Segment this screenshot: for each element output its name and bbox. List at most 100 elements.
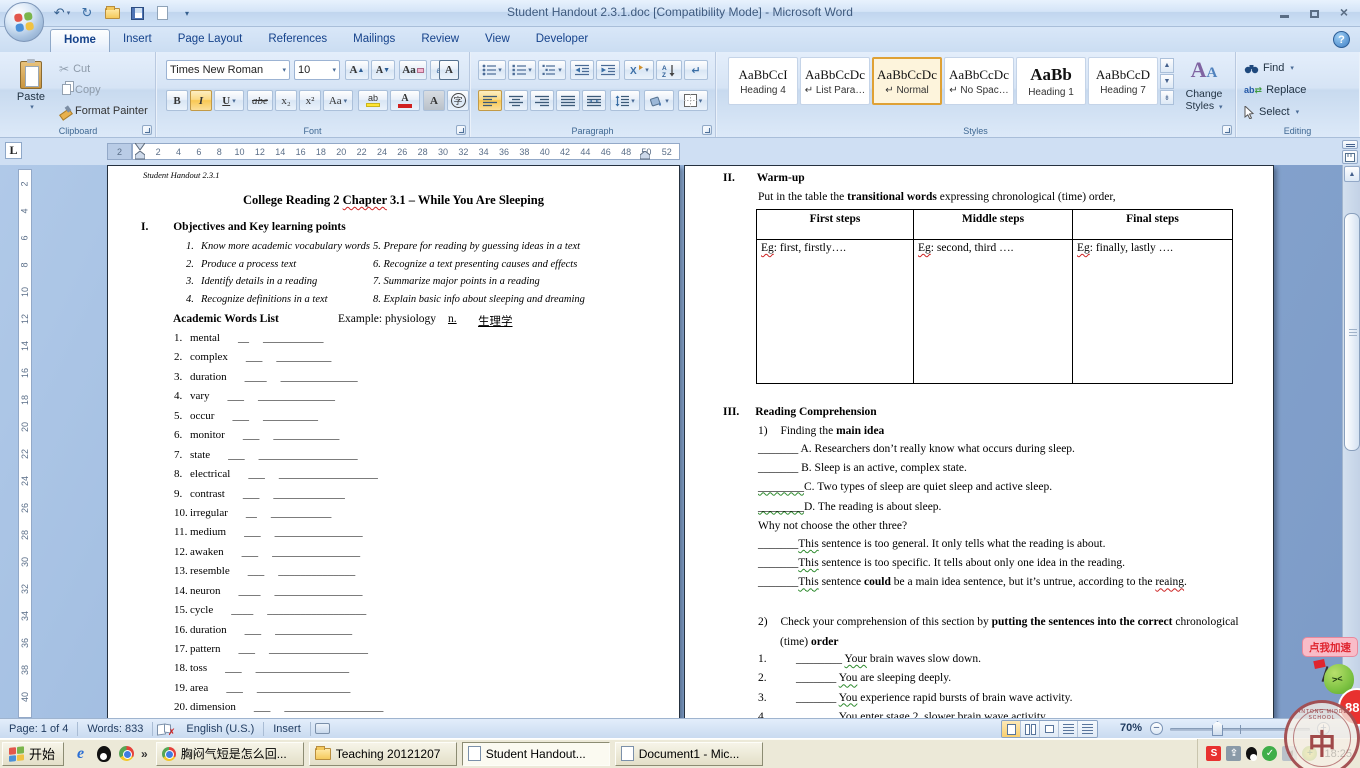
redo-button[interactable]: ↻ bbox=[77, 3, 97, 23]
format-painter-button[interactable]: Format Painter bbox=[59, 101, 148, 120]
qq-icon[interactable] bbox=[95, 745, 112, 762]
decrease-indent-button[interactable] bbox=[570, 60, 594, 80]
start-button[interactable]: 开始 bbox=[2, 742, 64, 766]
style-card[interactable]: AaBb Heading 1 bbox=[1016, 57, 1086, 105]
page[interactable]: II. Warm-up Put in the table the transit… bbox=[684, 165, 1274, 718]
save-button[interactable] bbox=[127, 3, 147, 23]
table-header-cell[interactable]: First steps bbox=[757, 210, 914, 240]
find-button[interactable]: Find▾ bbox=[1244, 58, 1294, 78]
highlight-button[interactable]: ab bbox=[358, 90, 388, 111]
clipboard-dialog-launcher[interactable] bbox=[142, 125, 152, 135]
language-indicator[interactable]: English (U.S.) bbox=[177, 723, 263, 735]
paragraph-dialog-launcher[interactable] bbox=[702, 125, 712, 135]
increase-indent-button[interactable] bbox=[596, 60, 620, 80]
justify-button[interactable] bbox=[556, 90, 580, 111]
superscript-button[interactable]: x² bbox=[299, 90, 321, 111]
word-count[interactable]: Words: 833 bbox=[78, 723, 152, 735]
font-color-button[interactable]: A bbox=[390, 90, 420, 111]
restore-button[interactable] bbox=[1306, 4, 1322, 18]
copy-button[interactable]: Copy bbox=[59, 80, 101, 99]
office-button[interactable] bbox=[4, 2, 44, 42]
grow-font-button[interactable]: A▲ bbox=[345, 60, 369, 80]
show-marks-button[interactable]: ↵ bbox=[684, 60, 708, 80]
style-card[interactable]: AaBbCcDc ↵ Normal bbox=[872, 57, 942, 105]
numbering-button[interactable]: ▾ bbox=[508, 60, 536, 80]
speedup-bubble[interactable]: 点我加速 bbox=[1302, 637, 1358, 657]
font-dialog-launcher[interactable] bbox=[456, 125, 466, 135]
help-button[interactable]: ? bbox=[1333, 31, 1350, 48]
shrink-font-button[interactable]: A▼ bbox=[371, 60, 395, 80]
style-card[interactable]: AaBbCcDc ↵ No Spac… bbox=[944, 57, 1014, 105]
distributed-button[interactable] bbox=[582, 90, 606, 111]
style-card[interactable]: AaBbCcI Heading 4 bbox=[728, 57, 798, 105]
ribbon-tab[interactable]: Page Layout bbox=[165, 29, 256, 52]
ribbon-tab[interactable]: Developer bbox=[523, 29, 601, 52]
task-button[interactable]: 胸闷气短是怎么回... bbox=[156, 742, 304, 766]
new-document-button[interactable] bbox=[152, 3, 172, 23]
proofing-status-icon[interactable] bbox=[157, 723, 173, 735]
borders-button[interactable]: ▾ bbox=[678, 90, 708, 111]
multilevel-list-button[interactable]: ▾ bbox=[538, 60, 566, 80]
minimize-button[interactable] bbox=[1276, 4, 1292, 18]
character-border-button[interactable]: A bbox=[439, 60, 459, 80]
chevron-more-icon[interactable]: » bbox=[141, 747, 148, 761]
cut-button[interactable]: ✂ Cut bbox=[59, 59, 90, 78]
enclose-characters-button[interactable]: 字 bbox=[447, 90, 469, 111]
tab-selector[interactable]: L bbox=[5, 142, 22, 159]
scrollbar-thumb[interactable] bbox=[1344, 213, 1360, 451]
view-draft-button[interactable] bbox=[1078, 721, 1097, 737]
styles-scroll-down[interactable]: ▼ bbox=[1160, 74, 1174, 89]
font-family-select[interactable]: Times New Roman▾ bbox=[166, 60, 290, 80]
usb-icon[interactable]: ⇪ bbox=[1226, 746, 1241, 761]
horizontal-ruler[interactable]: 2 24681012141618202224262830323436384042… bbox=[107, 143, 680, 160]
security-icon[interactable]: ✓ bbox=[1262, 746, 1277, 761]
sogou-icon[interactable]: S bbox=[1206, 746, 1221, 761]
table-cell[interactable]: Eg: finally, lastly …. bbox=[1073, 240, 1233, 384]
scrollbar-split-handle[interactable] bbox=[1342, 140, 1358, 149]
first-line-indent-marker[interactable] bbox=[135, 143, 145, 151]
ribbon-tab[interactable]: View bbox=[472, 29, 523, 52]
customize-qat-button[interactable]: ▾ bbox=[177, 3, 197, 23]
change-styles-button[interactable]: AA Change Styles ▾ bbox=[1178, 56, 1230, 128]
shading-button[interactable]: ▾ bbox=[644, 90, 674, 111]
zoom-slider-thumb[interactable] bbox=[1212, 721, 1223, 736]
zoom-level[interactable]: 70% bbox=[1120, 722, 1142, 734]
bold-button[interactable]: B bbox=[166, 90, 188, 111]
ribbon-tab[interactable]: Insert bbox=[110, 29, 165, 52]
paste-button[interactable]: Paste ▾ bbox=[9, 57, 53, 129]
view-outline-button[interactable] bbox=[1059, 721, 1078, 737]
styles-scroll-up[interactable]: ▲ bbox=[1160, 58, 1174, 73]
underline-button[interactable]: U▾ bbox=[214, 90, 244, 111]
table-header-cell[interactable]: Middle steps bbox=[914, 210, 1073, 240]
strikethrough-button[interactable]: abe bbox=[247, 90, 273, 111]
style-card[interactable]: AaBbCcD Heading 7 bbox=[1088, 57, 1158, 105]
view-web-button[interactable] bbox=[1040, 721, 1059, 737]
bullets-button[interactable]: ▾ bbox=[478, 60, 506, 80]
subscript-button[interactable]: x₂ bbox=[275, 90, 297, 111]
character-shading-button[interactable]: A bbox=[423, 90, 445, 111]
style-card[interactable]: AaBbCcDc ↵ List Para… bbox=[800, 57, 870, 105]
vertical-ruler[interactable]: 246810121416182022242628303234363840 bbox=[18, 169, 32, 718]
right-indent-marker[interactable] bbox=[640, 151, 650, 160]
view-reading-button[interactable] bbox=[1021, 721, 1040, 737]
qq-tray-icon[interactable] bbox=[1246, 747, 1257, 760]
select-button[interactable]: Select▾ bbox=[1244, 102, 1299, 122]
table-header-cell[interactable]: Final steps bbox=[1073, 210, 1233, 240]
open-button[interactable] bbox=[102, 3, 122, 23]
task-button[interactable]: Document1 - Mic... bbox=[615, 742, 763, 766]
ruler-toggle-button[interactable] bbox=[1342, 150, 1358, 164]
undo-button[interactable]: ↶▾ bbox=[52, 3, 72, 23]
macro-record-icon[interactable] bbox=[315, 723, 330, 734]
page[interactable]: Student Handout 2.3.1 College Reading 2 … bbox=[107, 165, 680, 718]
task-button[interactable]: Student Handout... bbox=[462, 742, 610, 766]
clear-formatting-button[interactable]: Aa bbox=[399, 60, 427, 80]
asian-layout-button[interactable]: X▾ bbox=[624, 60, 654, 80]
ribbon-tab[interactable]: Home bbox=[50, 29, 110, 52]
warmup-table[interactable]: First stepsMiddle stepsFinal steps Eg: f… bbox=[756, 209, 1233, 384]
view-print-layout-button[interactable] bbox=[1002, 721, 1021, 737]
internet-explorer-icon[interactable]: e bbox=[72, 745, 89, 762]
styles-dialog-launcher[interactable] bbox=[1222, 125, 1232, 135]
hanging-indent-marker[interactable] bbox=[135, 151, 145, 160]
styles-expand[interactable]: ⇟ bbox=[1160, 90, 1174, 105]
change-case-button[interactable]: Aa▾ bbox=[323, 90, 353, 111]
